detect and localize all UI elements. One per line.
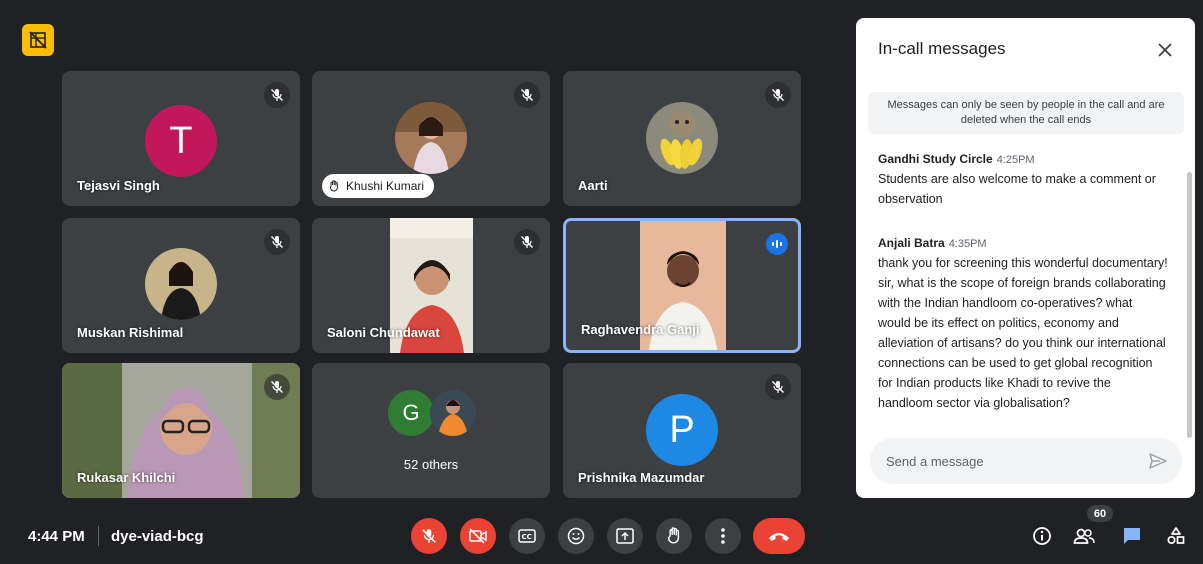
- mic-off-icon: [514, 229, 540, 255]
- layout-badge[interactable]: [22, 24, 54, 56]
- avatar: [145, 248, 217, 320]
- participant-tile[interactable]: Aarti: [563, 71, 801, 206]
- chat-icon: [1124, 528, 1140, 544]
- participant-tile[interactable]: Muskan Rishimal: [62, 218, 300, 353]
- chat-notice: Messages can only be seen by people in t…: [868, 92, 1184, 134]
- send-icon[interactable]: [1148, 451, 1168, 471]
- participant-name: Muskan Rishimal: [77, 325, 184, 340]
- participant-name: Prishnika Mazumdar: [578, 470, 705, 485]
- grid-off-icon: [29, 31, 47, 49]
- present-button[interactable]: [607, 518, 643, 554]
- participant-tile[interactable]: Khushi Kumari: [312, 71, 550, 206]
- chat-title: In-call messages: [878, 39, 1006, 58]
- mic-off-icon: [264, 229, 290, 255]
- message-text: thank you for screening this wonderful d…: [878, 256, 1168, 410]
- message-sender: Gandhi Study Circle: [878, 152, 993, 166]
- chat-panel: In-call messages Messages can only be se…: [856, 18, 1195, 498]
- others-tile[interactable]: G 52 others: [312, 363, 550, 498]
- divider: [98, 526, 99, 546]
- meeting-time: 4:44 PM: [28, 528, 85, 545]
- activities-icon: [1167, 527, 1185, 545]
- more-options-button[interactable]: [705, 518, 741, 554]
- meet-window: T Tejasvi Singh Khushi Kumari Aarti Musk…: [0, 0, 1203, 564]
- mic-off-icon: [264, 82, 290, 108]
- camera-off-icon: [469, 528, 487, 544]
- avatar: P: [646, 394, 718, 466]
- people-icon: [1073, 528, 1095, 544]
- chat-scrollbar[interactable]: [1187, 172, 1192, 438]
- close-button[interactable]: [1151, 36, 1179, 64]
- avatar: [430, 390, 476, 436]
- message-time: 4:35PM: [948, 238, 987, 250]
- reactions-button[interactable]: [558, 518, 594, 554]
- message-text: Students are also welcome to make a comm…: [878, 172, 1156, 206]
- participant-name: Tejasvi Singh: [77, 178, 160, 193]
- message-input[interactable]: [886, 438, 1136, 484]
- mic-toggle-button[interactable]: [411, 518, 447, 554]
- hand-raise-icon: [667, 527, 680, 544]
- message-header: Gandhi Study Circle 4:25PM: [878, 152, 1168, 166]
- close-icon: [1158, 43, 1172, 57]
- avatar: T: [145, 105, 217, 177]
- participant-tile[interactable]: Rukasar Khilchi: [62, 363, 300, 498]
- mic-off-icon: [765, 374, 791, 400]
- participant-tile[interactable]: Saloni Chundawat: [312, 218, 550, 353]
- message-time: 4:25PM: [996, 154, 1035, 166]
- avatar: [646, 102, 718, 174]
- participant-name: Khushi Kumari: [346, 179, 425, 193]
- hangup-icon: [769, 533, 789, 541]
- avatar: [395, 102, 467, 174]
- activities-button[interactable]: [1160, 520, 1192, 552]
- participant-tile[interactable]: T Tejasvi Singh: [62, 71, 300, 206]
- mic-off-icon: [422, 529, 436, 543]
- captions-button[interactable]: CC: [509, 518, 545, 554]
- meeting-code: dye-viad-bcg: [111, 528, 204, 545]
- emoji-icon: [567, 527, 585, 545]
- people-button[interactable]: [1068, 520, 1100, 552]
- meeting-details-button[interactable]: [1026, 520, 1058, 552]
- svg-text:CC: CC: [522, 533, 532, 541]
- mic-off-icon: [264, 374, 290, 400]
- leave-call-button[interactable]: [753, 518, 805, 554]
- info-icon: [1033, 527, 1051, 545]
- message-input-box[interactable]: [870, 438, 1182, 484]
- participant-name: Raghavendra Ganji: [581, 322, 700, 337]
- name-chip: Khushi Kumari: [322, 174, 435, 198]
- hand-raise-icon: [329, 180, 338, 192]
- raise-hand-button[interactable]: [656, 518, 692, 554]
- message-header: Anjali Batra 4:35PM: [878, 236, 1168, 250]
- speaking-icon: [766, 233, 788, 255]
- participant-name: Saloni Chundawat: [327, 325, 440, 340]
- mic-off-icon: [765, 82, 791, 108]
- chat-message: Anjali Batra 4:35PM thank you for screeni…: [878, 236, 1168, 413]
- participant-tile[interactable]: P Prishnika Mazumdar: [563, 363, 801, 498]
- others-count: 52 others: [403, 457, 459, 472]
- present-icon: [616, 528, 634, 544]
- participant-name: Rukasar Khilchi: [77, 470, 176, 485]
- message-sender: Anjali Batra: [878, 236, 945, 250]
- participant-name: Aarti: [578, 178, 608, 193]
- avatar: G: [388, 390, 434, 436]
- captions-icon: CC: [518, 529, 536, 543]
- participant-tile-speaking[interactable]: Raghavendra Ganji: [563, 218, 801, 353]
- chat-message: Gandhi Study Circle 4:25PM Students are a…: [878, 152, 1168, 209]
- more-icon: [721, 528, 725, 544]
- mic-off-icon: [514, 82, 540, 108]
- camera-toggle-button[interactable]: [460, 518, 496, 554]
- chat-button[interactable]: [1116, 520, 1148, 552]
